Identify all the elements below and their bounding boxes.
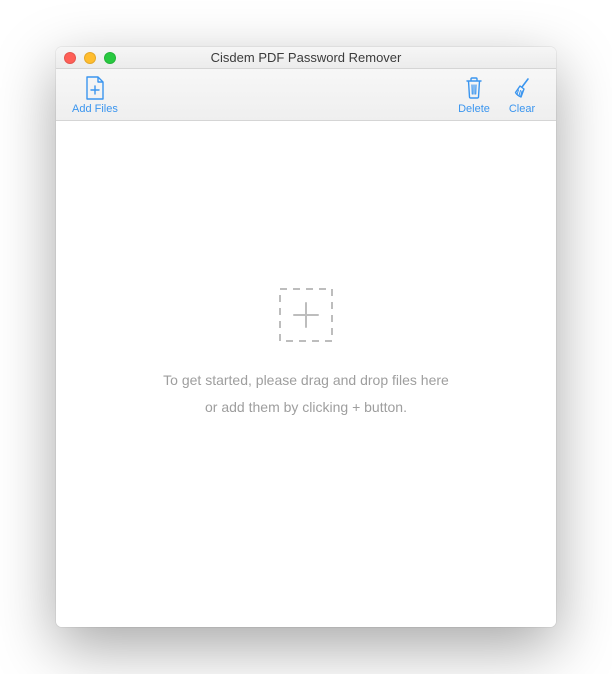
close-icon[interactable]: [64, 52, 76, 64]
clear-label: Clear: [509, 103, 535, 115]
broom-icon: [510, 75, 534, 101]
trash-icon: [464, 75, 484, 101]
add-files-label: Add Files: [72, 103, 118, 115]
window-title: Cisdem PDF Password Remover: [56, 50, 556, 65]
drop-zone[interactable]: To get started, please drag and drop fil…: [163, 287, 449, 420]
add-files-button[interactable]: Add Files: [66, 73, 124, 117]
drop-plus-icon[interactable]: [278, 287, 334, 343]
delete-label: Delete: [458, 103, 490, 115]
drop-hint: To get started, please drag and drop fil…: [163, 367, 449, 420]
traffic-lights: [64, 52, 116, 64]
minimize-icon[interactable]: [84, 52, 96, 64]
content-area[interactable]: To get started, please drag and drop fil…: [56, 121, 556, 627]
titlebar[interactable]: Cisdem PDF Password Remover: [56, 47, 556, 69]
zoom-icon[interactable]: [104, 52, 116, 64]
drop-hint-line1: To get started, please drag and drop fil…: [163, 367, 449, 394]
delete-button[interactable]: Delete: [450, 73, 498, 117]
drop-hint-line2: or add them by clicking + button.: [163, 394, 449, 421]
app-window: Cisdem PDF Password Remover Add Files: [56, 47, 556, 627]
toolbar: Add Files Delete: [56, 69, 556, 121]
add-file-icon: [85, 75, 105, 101]
clear-button[interactable]: Clear: [498, 73, 546, 117]
